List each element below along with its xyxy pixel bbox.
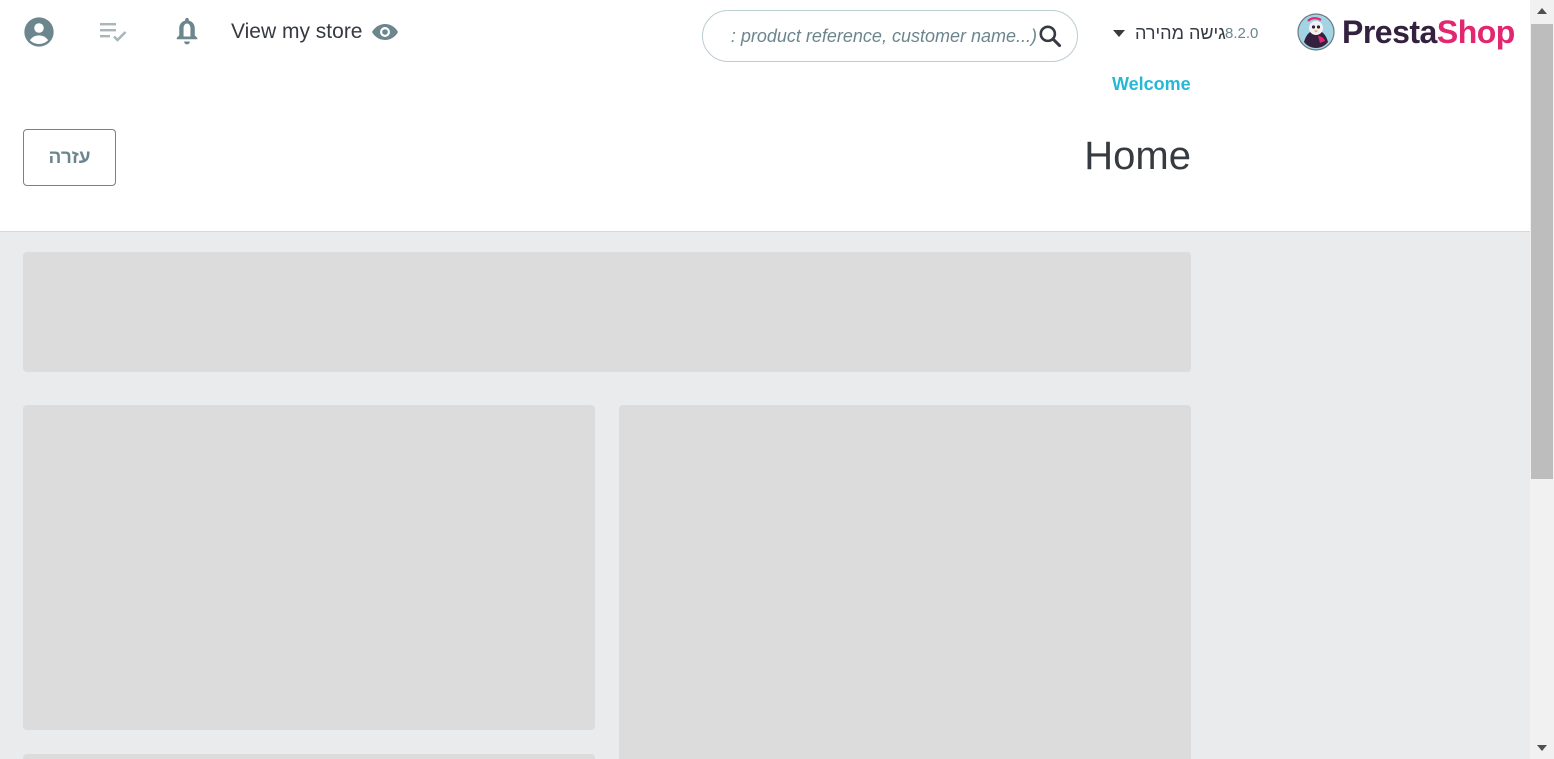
loading-placeholder-widget [23,405,595,730]
scrollbar-thumb[interactable] [1531,24,1553,479]
version-label: 8.2.0 [1225,25,1259,42]
quick-access-dropdown[interactable]: גישה מהירה [1113,18,1226,48]
loading-placeholder-banner [23,252,1191,372]
view-store-label: View my store [231,20,363,43]
help-button[interactable]: עזרה [23,129,116,186]
search-bar [702,10,1078,62]
loading-placeholder-widget [23,754,595,759]
logo-text-shop: Shop [1436,13,1515,50]
view-my-store-link[interactable]: View my store [231,17,399,47]
account-circle-icon [24,17,54,47]
scroll-down-arrow-icon[interactable] [1537,745,1547,751]
vertical-scrollbar[interactable] [1530,0,1554,759]
search-input[interactable] [721,19,1037,53]
prestashop-mascot-icon [1297,13,1335,51]
header-bar: View my store גישה מהירה [0,0,1530,232]
profile-button[interactable] [22,15,56,49]
main-area: View my store גישה מהירה [0,0,1530,759]
notifications-button[interactable] [170,14,204,48]
playlist-check-icon [100,23,127,42]
page-title: Home [1084,134,1191,178]
search-icon[interactable] [1037,23,1063,49]
logo-text-presta: Presta [1342,13,1437,50]
dashboard-content [0,232,1530,759]
app-window: View my store גישה מהירה [0,0,1554,759]
prestashop-logo[interactable]: PrestaShop [1296,12,1515,52]
loading-placeholder-widget [619,405,1191,759]
caret-down-icon [1113,29,1125,37]
orders-checklist-button[interactable] [97,18,131,48]
bell-icon [176,17,198,45]
scroll-up-arrow-icon[interactable] [1537,8,1547,14]
eye-icon [371,22,399,42]
welcome-link[interactable]: Welcome [1112,74,1191,95]
quick-access-label: גישה מהירה [1135,22,1226,43]
